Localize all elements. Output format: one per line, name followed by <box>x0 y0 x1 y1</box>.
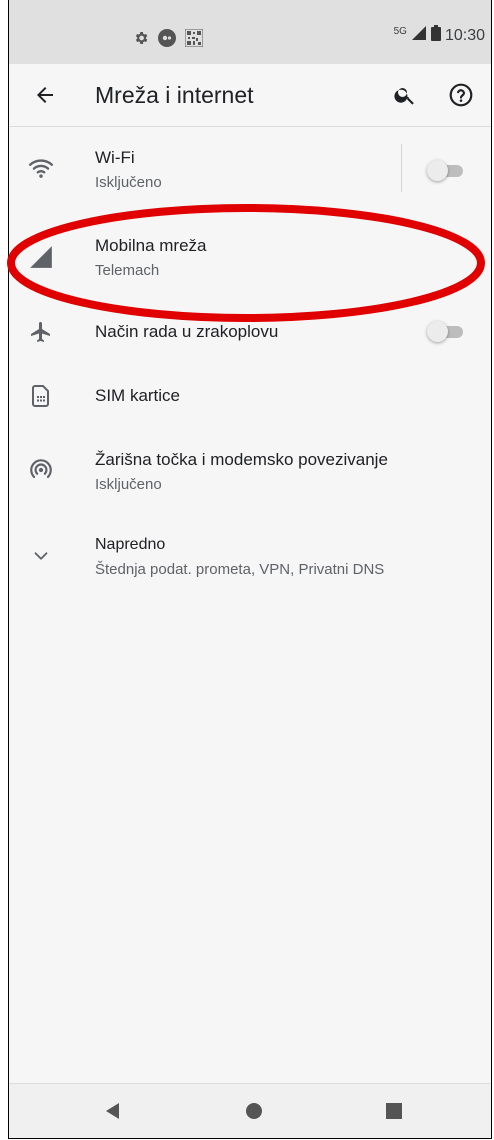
wifi-title: Wi-Fi <box>95 148 135 167</box>
navigation-bar <box>9 1083 491 1138</box>
mobile-network-title: Mobilna mreža <box>95 236 207 255</box>
settings-notification-icon <box>133 30 149 51</box>
cell-signal-icon <box>411 25 427 46</box>
wifi-toggle[interactable] <box>427 159 463 181</box>
network-type: 5G <box>393 26 407 37</box>
nav-back-button[interactable] <box>95 1093 131 1129</box>
wifi-item[interactable]: Wi-Fi Isključeno <box>9 128 491 208</box>
hotspot-title: Žarišna točka i modemsko povezivanje <box>95 450 388 469</box>
wifi-subtitle: Isključeno <box>95 174 162 191</box>
search-icon <box>394 88 414 105</box>
battery-icon <box>430 25 441 46</box>
sim-card-icon <box>27 382 55 410</box>
sim-cards-item[interactable]: SIM kartice <box>9 364 491 428</box>
notification-icons <box>133 28 204 53</box>
clock: 10:30 <box>444 26 485 44</box>
back-button[interactable] <box>27 77 63 113</box>
nav-home-button[interactable] <box>236 1093 272 1129</box>
signal-icon <box>27 243 55 271</box>
page-title: Mreža i internet <box>95 82 254 108</box>
chevron-down-icon <box>27 542 55 570</box>
status-bar: 5G 10:30 <box>9 0 491 64</box>
app-bar: Mreža i internet <box>9 64 491 127</box>
advanced-item[interactable]: Napredno Štednja podat. prometa, VPN, Pr… <box>9 520 491 596</box>
nav-recents-icon <box>386 1103 402 1119</box>
divider <box>401 144 402 192</box>
nav-home-icon <box>246 1103 262 1119</box>
screen: 5G 10:30 Mreža i internet Wi-Fi Isključe… <box>8 0 492 1139</box>
airplane-icon <box>27 318 55 346</box>
airplane-mode-toggle[interactable] <box>427 320 463 342</box>
wifi-icon <box>27 154 55 182</box>
advanced-subtitle: Štednja podat. prometa, VPN, Privatni DN… <box>95 561 385 578</box>
mobile-network-subtitle: Telemach <box>95 262 160 279</box>
nav-recents-button[interactable] <box>376 1093 412 1129</box>
nav-back-icon <box>106 1103 119 1119</box>
help-icon <box>449 83 473 107</box>
search-button[interactable] <box>387 77 423 113</box>
arrow-back-icon <box>37 87 53 103</box>
app-notification-icon <box>157 28 177 53</box>
hotspot-subtitle: Isključeno <box>95 476 162 493</box>
qr-notification-icon <box>184 28 204 52</box>
hotspot-icon <box>27 456 55 484</box>
sim-cards-title: SIM kartice <box>95 386 181 405</box>
hotspot-item[interactable]: Žarišna točka i modemsko povezivanje Isk… <box>9 432 491 512</box>
help-button[interactable] <box>443 77 479 113</box>
airplane-mode-title: Način rada u zrakoplovu <box>95 322 279 341</box>
advanced-title: Napredno <box>95 536 166 553</box>
status-right: 5G 10:30 <box>394 25 485 46</box>
mobile-network-item[interactable]: Mobilna mreža Telemach <box>9 215 491 295</box>
airplane-mode-item[interactable]: Način rada u zrakoplovu <box>9 300 491 364</box>
